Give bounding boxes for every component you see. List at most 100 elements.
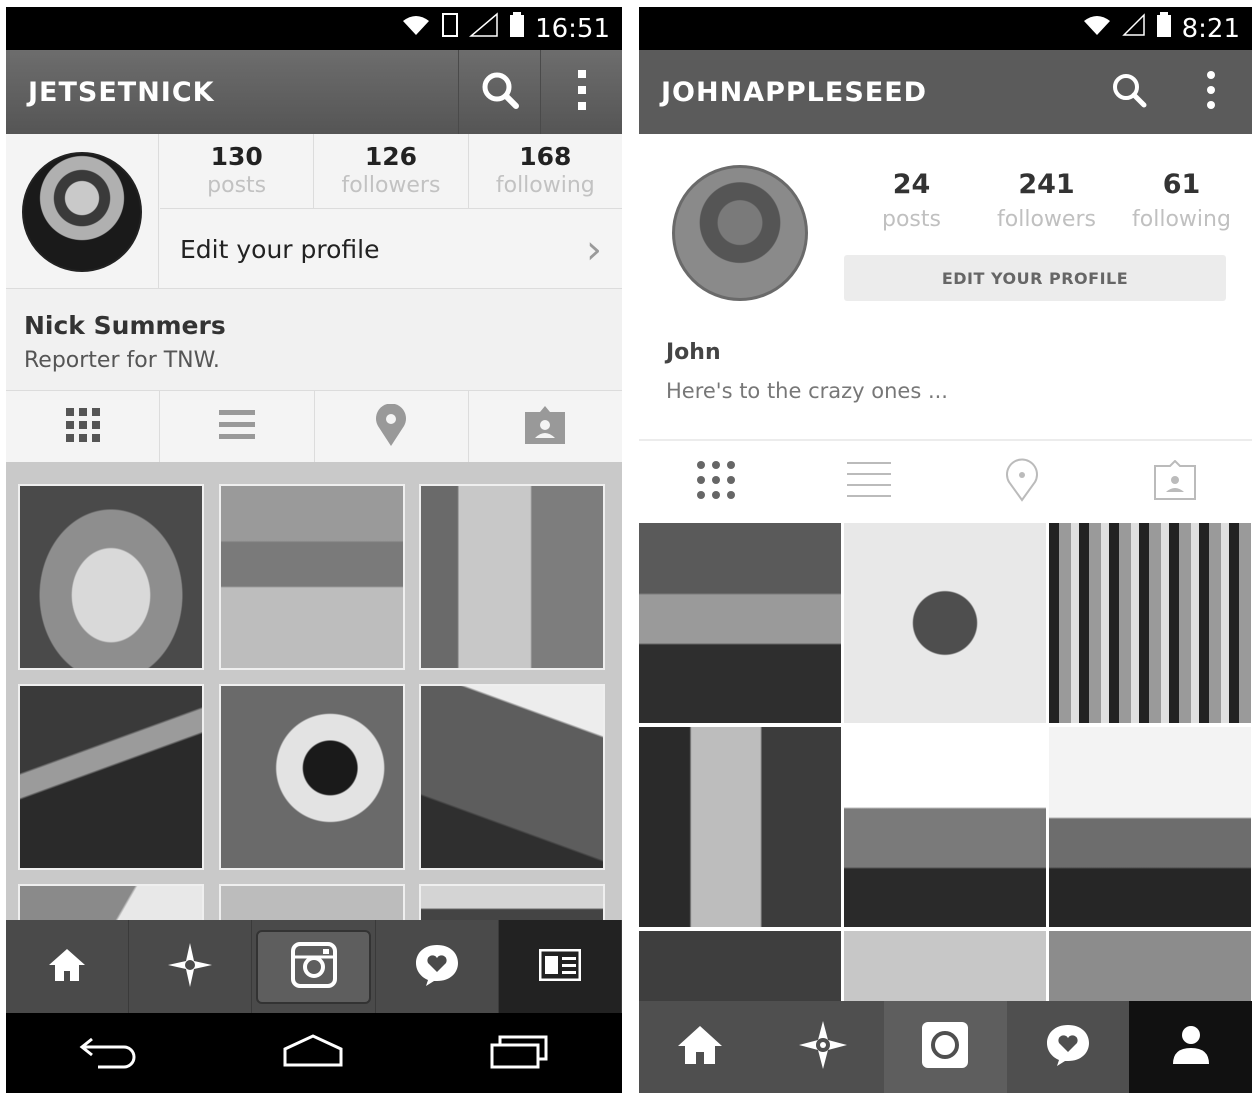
nav-explore[interactable] [762, 1001, 885, 1093]
tab-grid[interactable] [6, 391, 161, 462]
photo-thumbnail[interactable] [219, 484, 405, 670]
camera-icon [922, 1022, 969, 1072]
search-button[interactable] [458, 50, 540, 134]
wifi-icon [1082, 13, 1112, 44]
profile-bio-text: Here's to the crazy ones ... [666, 379, 948, 403]
nav-camera[interactable] [252, 920, 376, 1013]
stat-label: following [495, 173, 595, 198]
stat-label: followers [341, 173, 441, 198]
photo-thumbnail[interactable] [844, 931, 1046, 1001]
stat-posts[interactable]: 24 posts [844, 167, 979, 247]
photo-thumbnail[interactable] [18, 684, 204, 870]
tab-grid[interactable] [639, 441, 792, 523]
bottom-navigation [6, 920, 622, 1013]
nav-explore[interactable] [129, 920, 253, 1013]
edit-profile-button[interactable]: Edit your profile › [160, 210, 622, 289]
edit-profile-label: Edit your profile [180, 235, 380, 264]
phone-screen-right: 8:21 JOHNAPPLESEED 24 posts 241 follower… [639, 7, 1252, 1093]
profile-username: JOHNAPPLESEED [661, 76, 928, 108]
map-pin-icon [1004, 458, 1040, 506]
photo-thumbnail[interactable] [219, 884, 405, 920]
stat-label: posts [882, 207, 941, 232]
tab-tagged[interactable] [469, 391, 622, 462]
stat-label: following [1132, 207, 1231, 232]
overflow-menu-button[interactable] [1170, 50, 1252, 134]
profile-full-name: Nick Summers [24, 311, 226, 340]
stat-value: 168 [519, 142, 572, 171]
search-icon [480, 70, 520, 114]
photo-grid [639, 523, 1252, 1001]
grid-icon [696, 460, 736, 504]
profile-icon [538, 948, 582, 985]
stat-value: 61 [1162, 169, 1201, 200]
explore-icon [168, 942, 213, 991]
tab-map[interactable] [315, 391, 469, 462]
nav-profile[interactable] [1129, 1001, 1252, 1093]
tagged-photos-icon [1154, 459, 1197, 504]
more-vertical-icon [576, 68, 588, 116]
home-icon [47, 947, 87, 987]
profile-bio: Nick Summers Reporter for TNW. [6, 295, 622, 390]
stat-label: posts [207, 173, 267, 198]
tagged-photos-icon [525, 405, 566, 448]
stat-posts[interactable]: 130 posts [160, 134, 315, 208]
photo-thumbnail[interactable] [18, 884, 204, 920]
tab-list[interactable] [792, 441, 945, 523]
photo-thumbnail[interactable] [419, 484, 605, 670]
system-navigation-bar [6, 1013, 622, 1093]
photo-thumbnail[interactable] [419, 684, 605, 870]
nav-home[interactable] [6, 920, 130, 1013]
nav-camera[interactable] [884, 1001, 1007, 1093]
nav-activity[interactable] [1007, 1001, 1130, 1093]
home-icon [676, 1024, 724, 1070]
home-outline-icon[interactable] [281, 1033, 345, 1073]
overflow-menu-button[interactable] [540, 50, 622, 134]
nav-activity[interactable] [376, 920, 499, 1013]
photo-thumbnail[interactable] [1049, 931, 1251, 1001]
avatar[interactable] [22, 151, 142, 272]
nav-profile[interactable] [498, 920, 622, 1013]
stat-following[interactable]: 168 following [469, 134, 622, 208]
edit-profile-button[interactable]: EDIT YOUR PROFILE [844, 255, 1226, 301]
profile-stats: 24 posts 241 followers 61 following [844, 167, 1249, 247]
bottom-navigation [639, 1001, 1252, 1093]
avatar[interactable] [672, 165, 808, 301]
stat-following[interactable]: 61 following [1114, 167, 1249, 247]
tab-tagged[interactable] [1099, 441, 1252, 523]
tab-map[interactable] [946, 441, 1099, 523]
photo-thumbnail[interactable] [639, 727, 841, 927]
photo-thumbnail[interactable] [844, 727, 1046, 927]
stat-followers[interactable]: 126 followers [314, 134, 469, 208]
photo-thumbnail[interactable] [639, 931, 841, 1001]
photo-thumbnail[interactable] [219, 684, 405, 870]
stat-label: followers [997, 207, 1096, 232]
profile-view-tabs [639, 441, 1252, 523]
back-icon[interactable] [78, 1033, 138, 1073]
profile-stats: 130 posts 126 followers 168 following [160, 134, 622, 209]
stat-followers[interactable]: 241 followers [979, 167, 1114, 247]
grid-icon [65, 407, 100, 446]
profile-bio-text: Reporter for TNW. [24, 348, 220, 373]
stat-value: 24 [892, 169, 931, 200]
photo-thumbnail[interactable] [419, 884, 605, 920]
list-icon [846, 462, 891, 502]
photo-thumbnail[interactable] [1049, 523, 1251, 723]
tab-list[interactable] [160, 391, 315, 462]
profile-icon [1171, 1024, 1211, 1070]
photo-thumbnail[interactable] [18, 484, 204, 670]
photo-thumbnail[interactable] [844, 523, 1046, 723]
stat-value: 126 [364, 142, 418, 171]
camera-icon [290, 941, 337, 992]
photo-thumbnail[interactable] [639, 523, 841, 723]
chevron-right-icon: › [586, 226, 602, 273]
recents-icon[interactable] [488, 1033, 550, 1073]
photo-grid [6, 462, 622, 920]
nav-home[interactable] [639, 1001, 762, 1093]
camera-button-frame [256, 929, 371, 1004]
status-time: 16:51 [535, 13, 610, 44]
app-bar: JETSETNICK [6, 50, 622, 134]
status-time: 8:21 [1181, 13, 1240, 44]
photo-thumbnail[interactable] [1049, 727, 1251, 927]
list-icon [218, 409, 255, 444]
search-button[interactable] [1088, 50, 1170, 134]
